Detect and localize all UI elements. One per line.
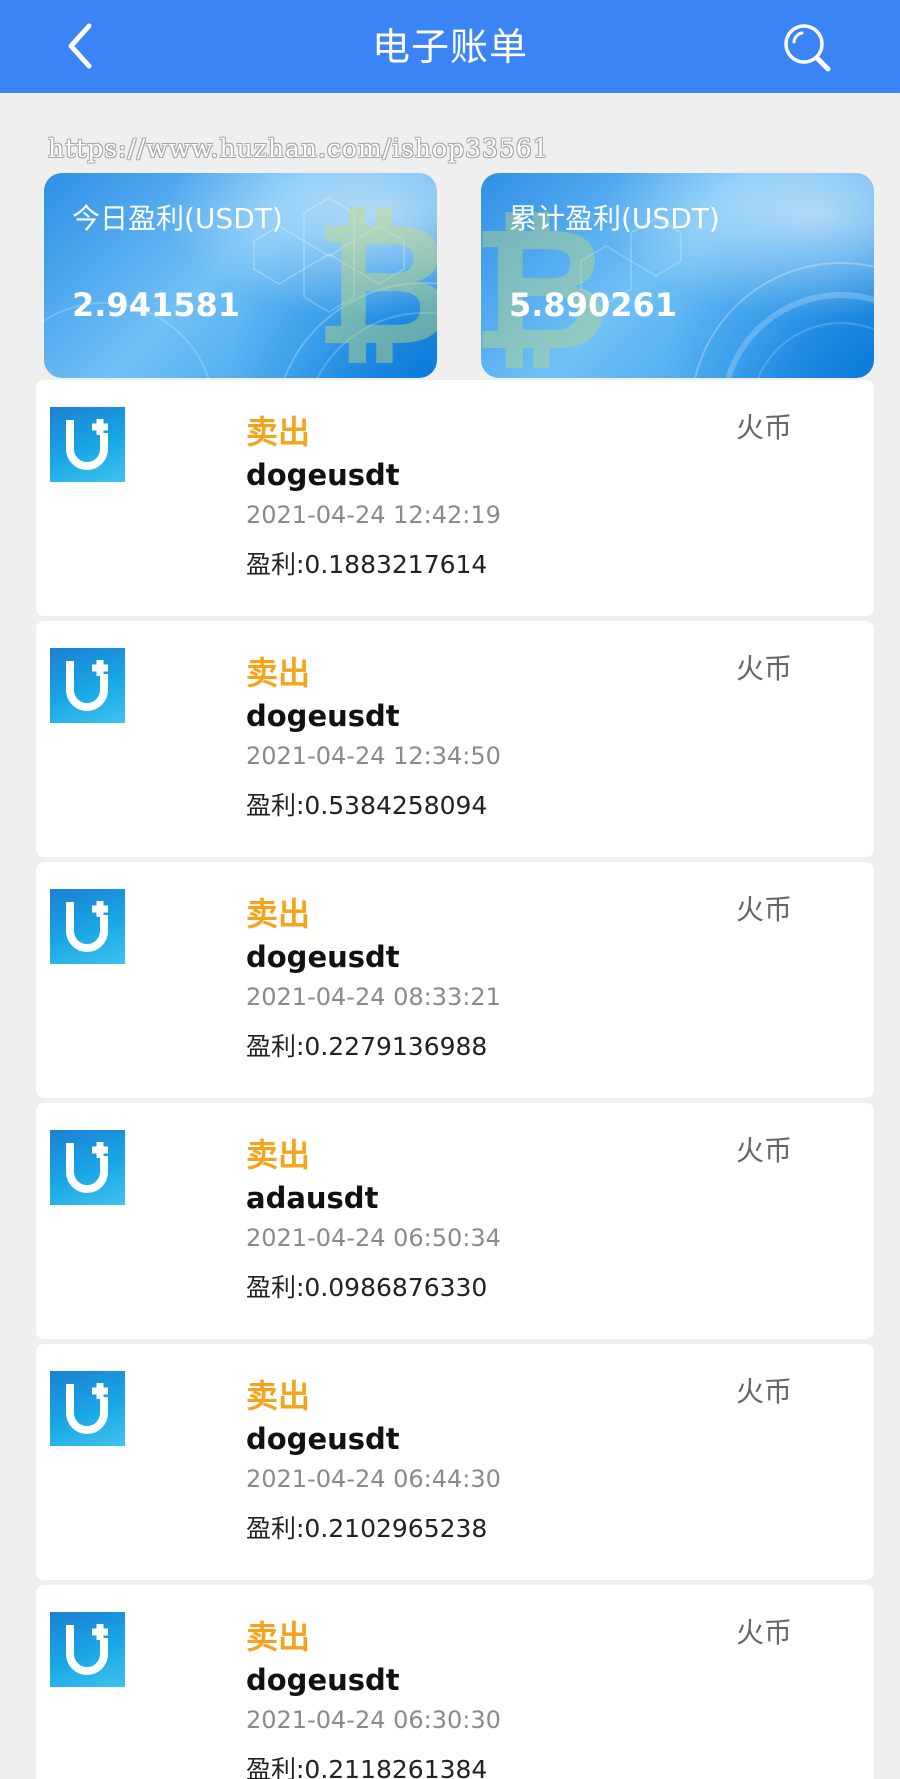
trade-profit: 盈利:0.2279136988: [246, 1032, 488, 1061]
today-profit-label: 今日盈利(USDT): [72, 202, 283, 235]
trade-type: 卖出: [246, 895, 311, 933]
trade-time: 2021-04-24 06:50:34: [246, 1224, 501, 1252]
today-profit-value: 2.941581: [72, 286, 241, 324]
watermark-url: https://www.huzhan.com/ishop33561: [48, 134, 550, 163]
trade-profit: 盈利:0.5384258094: [246, 791, 488, 820]
top-bar: 电子账单: [0, 0, 900, 93]
total-profit-card: ₿ 累计盈利(USDT) 5.890261: [481, 173, 874, 378]
trading-pair: dogeusdt: [246, 458, 400, 492]
exchange-logo-icon: [50, 1371, 125, 1446]
trade-type: 卖出: [246, 654, 311, 692]
trade-profit: 盈利:0.2102965238: [246, 1514, 488, 1543]
trading-pair: dogeusdt: [246, 699, 400, 733]
exchange-logo-icon: [50, 407, 125, 482]
trade-profit: 盈利:0.2118261384: [246, 1755, 488, 1779]
exchange-name: 火币: [736, 1616, 793, 1649]
electronic-bill-page: 电子账单 https://www.huzhan.com/ishop33561 ₿…: [0, 0, 900, 1779]
search-button[interactable]: [780, 20, 840, 80]
trade-profit: 盈利:0.0986876330: [246, 1273, 488, 1302]
trade-time: 2021-04-24 06:44:30: [246, 1465, 501, 1493]
list-item[interactable]: 卖出 dogeusdt 2021-04-24 06:30:30 盈利:0.211…: [36, 1585, 874, 1779]
exchange-logo-icon: [50, 1130, 125, 1205]
today-profit-card: ₿ 今日盈利(USDT) 2.941581: [44, 173, 437, 378]
list-item[interactable]: 卖出 dogeusdt 2021-04-24 08:33:21 盈利:0.227…: [36, 862, 874, 1098]
trade-type: 卖出: [246, 1136, 311, 1174]
trade-type: 卖出: [246, 413, 311, 451]
exchange-name: 火币: [736, 893, 793, 926]
total-profit-value: 5.890261: [509, 286, 678, 324]
svg-text:₿: ₿: [314, 186, 437, 378]
trade-type: 卖出: [246, 1618, 311, 1656]
exchange-name: 火币: [736, 1134, 793, 1167]
list-item[interactable]: 卖出 dogeusdt 2021-04-24 12:34:50 盈利:0.538…: [36, 621, 874, 857]
total-profit-label: 累计盈利(USDT): [509, 202, 720, 235]
trade-time: 2021-04-24 12:34:50: [246, 742, 501, 770]
trading-pair: dogeusdt: [246, 1663, 400, 1697]
trade-time: 2021-04-24 08:33:21: [246, 983, 501, 1011]
exchange-logo-icon: [50, 1612, 125, 1687]
trading-pair: dogeusdt: [246, 940, 400, 974]
exchange-name: 火币: [736, 1375, 793, 1408]
list-item[interactable]: 卖出 dogeusdt 2021-04-24 12:42:19 盈利:0.188…: [36, 380, 874, 616]
exchange-logo-icon: [50, 889, 125, 964]
trade-time: 2021-04-24 06:30:30: [246, 1706, 501, 1734]
trade-time: 2021-04-24 12:42:19: [246, 501, 501, 529]
list-item[interactable]: 卖出 dogeusdt 2021-04-24 06:44:30 盈利:0.210…: [36, 1344, 874, 1580]
exchange-name: 火币: [736, 411, 793, 444]
exchange-name: 火币: [736, 652, 793, 685]
trade-profit: 盈利:0.1883217614: [246, 550, 488, 579]
transaction-list: 卖出 dogeusdt 2021-04-24 12:42:19 盈利:0.188…: [36, 380, 874, 1779]
trading-pair: dogeusdt: [246, 1422, 400, 1456]
list-item[interactable]: 卖出 adausdt 2021-04-24 06:50:34 盈利:0.0986…: [36, 1103, 874, 1339]
page-title: 电子账单: [371, 25, 528, 69]
trade-type: 卖出: [246, 1377, 311, 1415]
search-icon: [784, 24, 831, 72]
trading-pair: adausdt: [246, 1181, 379, 1215]
exchange-logo-icon: [50, 648, 125, 723]
